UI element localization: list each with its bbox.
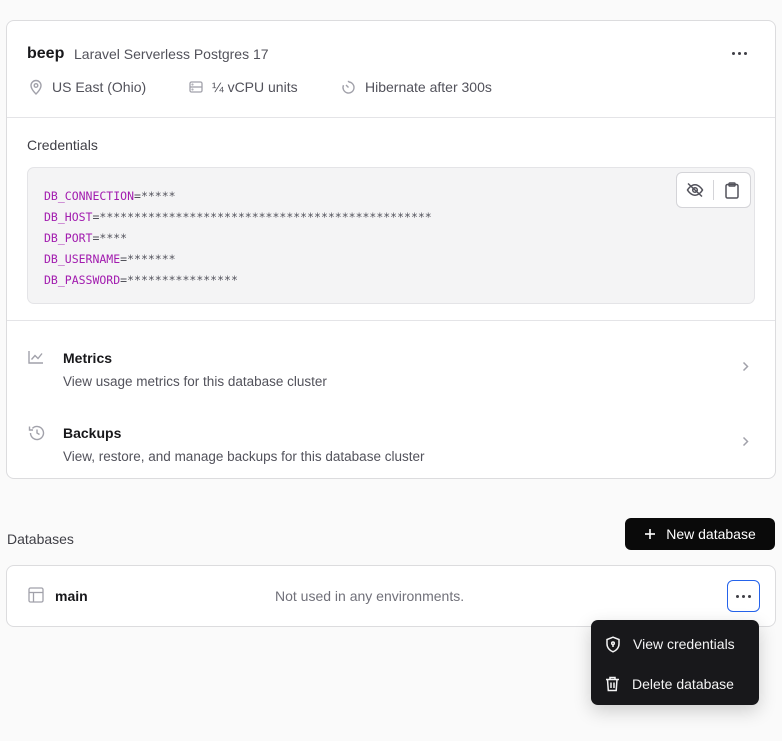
cluster-name: beep: [27, 45, 65, 62]
credentials-lines: DB_CONNECTION=***** DB_HOST=************…: [44, 186, 432, 291]
eye-off-icon: [686, 182, 704, 198]
credentials-toolbar: [676, 172, 751, 208]
plus-icon: [645, 529, 656, 539]
cluster-card: beep Laravel Serverless Postgres 17 US E…: [6, 20, 776, 479]
database-row: main Not used in any environments.: [6, 565, 776, 627]
database-status: Not used in any environments.: [275, 588, 465, 604]
cluster-region-text: US East (Ohio): [52, 79, 147, 95]
credential-line: DB_USERNAME=*******: [44, 252, 176, 266]
cluster-engine: Laravel Serverless Postgres 17: [74, 46, 269, 62]
database-actions-menu: View credentials Delete database: [591, 620, 759, 705]
cluster-region: US East (Ohio): [29, 79, 146, 95]
menu-item-label: View credentials: [633, 636, 735, 652]
table-icon: [28, 587, 44, 603]
new-database-label: New database: [666, 526, 756, 542]
credential-line: DB_PORT=****: [44, 231, 128, 245]
chevron-right-icon: [742, 361, 749, 372]
toggle-visibility-button[interactable]: [677, 173, 713, 207]
metrics-title: Metrics: [63, 350, 113, 366]
divider: [7, 320, 775, 321]
more-horizontal-icon: [731, 51, 747, 55]
cluster-compute: ¼ vCPU units: [189, 79, 298, 95]
database-name: main: [55, 588, 88, 604]
divider: [7, 117, 775, 118]
cluster-compute-text: ¼ vCPU units: [212, 79, 298, 95]
credential-line: DB_PASSWORD=****************: [44, 273, 238, 287]
copy-credentials-button[interactable]: [714, 173, 750, 207]
metrics-link[interactable]: Metrics View usage metrics for this data…: [7, 328, 775, 402]
backups-description: View, restore, and manage backups for th…: [63, 449, 425, 464]
cluster-hibernate: Hibernate after 300s: [341, 79, 492, 95]
credentials-label: Credentials: [27, 137, 98, 153]
clipboard-icon: [725, 181, 739, 199]
trash-icon: [606, 676, 619, 692]
metrics-description: View usage metrics for this database clu…: [63, 374, 327, 389]
credential-line: DB_CONNECTION=*****: [44, 189, 176, 203]
menu-item-view-credentials[interactable]: View credentials: [591, 624, 759, 664]
more-horizontal-icon: [736, 594, 751, 598]
map-pin-icon: [30, 79, 42, 95]
server-icon: [189, 81, 203, 93]
menu-item-delete-database[interactable]: Delete database: [591, 664, 759, 704]
backups-title: Backups: [63, 425, 122, 441]
cluster-hibernate-text: Hibernate after 300s: [365, 79, 492, 95]
shield-icon: [606, 635, 620, 653]
credential-line: DB_HOST=********************************…: [44, 210, 432, 224]
chart-line-icon: [28, 351, 43, 364]
history-icon: [28, 425, 45, 441]
credentials-box: DB_CONNECTION=***** DB_HOST=************…: [27, 167, 755, 304]
cluster-more-button[interactable]: [724, 38, 754, 68]
timer-icon: [342, 80, 355, 94]
new-database-button[interactable]: New database: [625, 518, 775, 550]
database-more-button[interactable]: [727, 580, 760, 612]
databases-label: Databases: [7, 531, 74, 547]
backups-link[interactable]: Backups View, restore, and manage backup…: [7, 403, 775, 477]
menu-item-label: Delete database: [632, 676, 734, 692]
chevron-right-icon: [742, 436, 749, 447]
